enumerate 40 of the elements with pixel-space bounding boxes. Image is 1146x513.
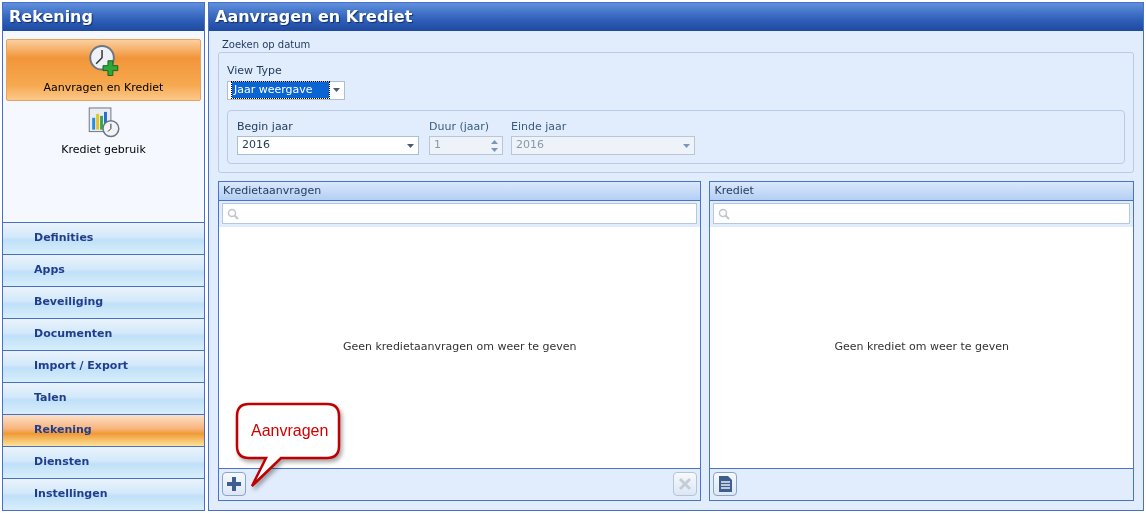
field-label: Begin jaar (237, 118, 294, 135)
panel-title: Krediet (710, 182, 1133, 201)
field-label: View Type (227, 63, 283, 79)
caret-icon (683, 143, 690, 148)
sidebar-tile[interactable]: Krediet gebruik (6, 101, 201, 163)
report-button[interactable] (713, 472, 738, 496)
group-title: Zoeken op datum (222, 38, 312, 52)
nav-button[interactable]: Definities (3, 222, 204, 254)
callout-text: Aanvragen (251, 421, 329, 441)
sidebar-title: Rekening (3, 3, 204, 31)
nav-button[interactable]: Instellingen (3, 478, 204, 510)
spinner-arrows-icon (491, 139, 498, 152)
plus-icon (226, 476, 242, 492)
nav-button[interactable]: Apps (3, 254, 204, 286)
field-label: Duur (jaar) (429, 118, 491, 135)
nav-button[interactable]: Documenten (3, 318, 204, 350)
dropdown-field[interactable]: 2016 (237, 136, 419, 155)
page-title: Aanvragen en Krediet (209, 3, 1143, 31)
nav-button[interactable]: Rekening (3, 414, 204, 446)
caret-icon (333, 88, 340, 92)
panel-title: Kredietaanvragen (219, 182, 701, 201)
search-field[interactable] (222, 203, 698, 224)
sidebar-tile[interactable]: Aanvragen en Krediet (6, 39, 201, 101)
search-field[interactable] (713, 203, 1130, 224)
field-label: Einde jaar (511, 118, 568, 135)
nav-button[interactable]: Import / Export (3, 350, 204, 382)
nav-button[interactable]: Diensten (3, 446, 204, 478)
search-icon (718, 207, 731, 220)
nav-button[interactable]: Beveiliging (3, 286, 204, 318)
document-icon (717, 475, 734, 493)
add-button[interactable] (222, 472, 246, 496)
close-icon (677, 476, 694, 492)
caret-icon (407, 143, 414, 148)
view-type-dropdown[interactable]: Jaar weergave (227, 80, 345, 100)
empty-message: Geen kredietaanvragen om weer te geven (342, 339, 577, 356)
search-icon (227, 207, 239, 220)
nav-button[interactable]: Talen (3, 382, 204, 414)
empty-message: Geen krediet om weer te geven (834, 339, 1010, 356)
chart-clock-icon (87, 106, 120, 138)
clock-plus-icon (87, 44, 120, 76)
